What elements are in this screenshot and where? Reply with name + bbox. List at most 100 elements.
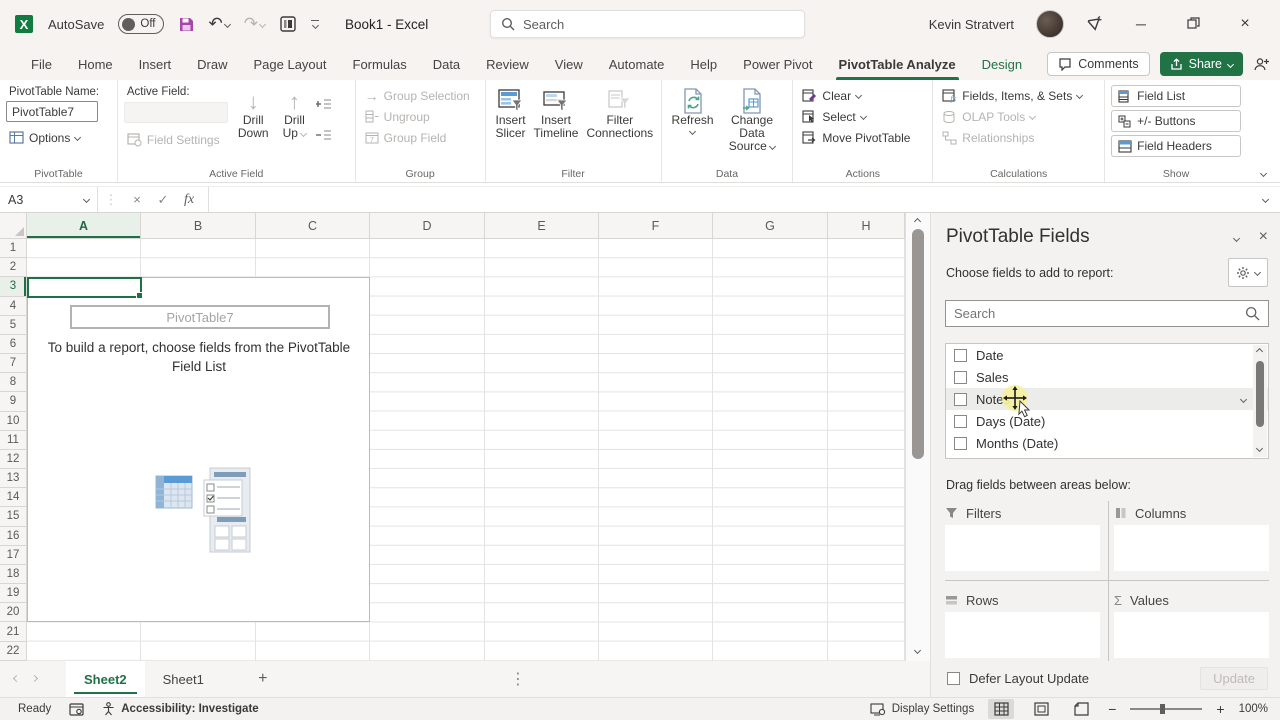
ribbon-tab-pivottable-analyze[interactable]: PivotTable Analyze xyxy=(826,48,969,80)
row-header-17[interactable]: 17 xyxy=(0,546,26,565)
share-button[interactable]: Share xyxy=(1159,52,1243,76)
ribbon-tab-insert[interactable]: Insert xyxy=(126,48,185,80)
filters-area[interactable]: Filters xyxy=(945,501,1100,573)
column-header-h[interactable]: H xyxy=(828,213,905,238)
row-header-11[interactable]: 11 xyxy=(0,431,26,450)
ribbon-tab-power-pivot[interactable]: Power Pivot xyxy=(730,48,825,80)
field-checkbox[interactable] xyxy=(954,436,967,450)
vertical-scrollbar-thumb[interactable] xyxy=(912,229,924,459)
zoom-in-button[interactable]: + xyxy=(1216,701,1224,717)
field-row-notes[interactable]: Notes xyxy=(946,388,1268,410)
collapse-field-icon[interactable] xyxy=(316,128,332,142)
ribbon-tab-review[interactable]: Review xyxy=(473,48,542,80)
insert-slicer-button[interactable]: Insert Slicer xyxy=(492,85,530,166)
row-header-9[interactable]: 9 xyxy=(0,392,26,412)
row-header-2[interactable]: 2 xyxy=(0,258,26,278)
namebox-drag-handle[interactable]: ⋮ xyxy=(98,192,124,208)
insert-function-icon[interactable]: fx xyxy=(176,192,202,208)
rows-drop-zone[interactable] xyxy=(945,612,1100,658)
pane-tools-button[interactable] xyxy=(1228,258,1268,287)
columns-drop-zone[interactable] xyxy=(1114,525,1269,571)
zoom-slider-thumb[interactable] xyxy=(1160,704,1166,714)
comments-button[interactable]: Comments xyxy=(1047,52,1150,76)
insert-timeline-button[interactable]: Insert Timeline xyxy=(530,85,583,166)
column-header-b[interactable]: B xyxy=(141,213,256,238)
name-box[interactable]: A3 xyxy=(0,187,98,212)
values-area[interactable]: Σ Values xyxy=(1114,588,1269,660)
minimize-button[interactable]: ─ xyxy=(1126,16,1156,32)
autosave-toggle[interactable]: Off xyxy=(118,14,164,34)
row-header-14[interactable]: 14 xyxy=(0,488,26,508)
row-header-18[interactable]: 18 xyxy=(0,565,26,585)
pivottable-name-input[interactable] xyxy=(6,101,98,122)
restore-button[interactable] xyxy=(1178,16,1208,33)
ribbon-tab-formulas[interactable]: Formulas xyxy=(340,48,420,80)
pane-collapse-icon[interactable] xyxy=(1232,229,1240,245)
column-header-d[interactable]: D xyxy=(370,213,485,238)
row-header-21[interactable]: 21 xyxy=(0,622,26,642)
view-page-layout-button[interactable] xyxy=(1028,699,1054,719)
selected-cell-a3[interactable] xyxy=(27,277,143,299)
ribbon-tab-page-layout[interactable]: Page Layout xyxy=(241,48,340,80)
field-row-days-date-[interactable]: Days (Date) xyxy=(946,410,1268,432)
display-settings-button[interactable]: Display Settings xyxy=(870,702,974,716)
field-list-scrollbar[interactable] xyxy=(1253,345,1267,457)
field-checkbox[interactable] xyxy=(954,414,967,428)
field-checkbox[interactable] xyxy=(954,392,967,406)
pane-close-icon[interactable]: × xyxy=(1259,228,1268,246)
rows-area[interactable]: Rows xyxy=(945,588,1100,660)
clear-button[interactable]: Clear xyxy=(799,85,926,106)
row-header-1[interactable]: 1 xyxy=(0,239,26,259)
column-header-c[interactable]: C xyxy=(256,213,370,238)
zoom-level[interactable]: 100% xyxy=(1239,703,1268,715)
view-normal-button[interactable] xyxy=(988,699,1015,719)
values-drop-zone[interactable] xyxy=(1114,612,1269,658)
coming-soon-icon[interactable] xyxy=(1086,15,1104,33)
move-pivottable-button[interactable]: Move PivotTable xyxy=(799,127,926,148)
field-headers-toggle[interactable]: Field Headers xyxy=(1111,135,1241,157)
sheet-tab-sheet2[interactable]: Sheet2 xyxy=(66,661,145,697)
field-list-toggle[interactable]: Field List xyxy=(1111,85,1241,107)
ribbon-tab-automate[interactable]: Automate xyxy=(596,48,678,80)
options-button[interactable]: Options xyxy=(6,127,111,148)
row-header-8[interactable]: 8 xyxy=(0,373,26,393)
row-header-12[interactable]: 12 xyxy=(0,450,26,470)
formula-input[interactable] xyxy=(208,187,1251,212)
ribbon-tab-home[interactable]: Home xyxy=(65,48,126,80)
field-list-scroll-down-icon[interactable] xyxy=(1255,444,1264,453)
scroll-down-icon[interactable] xyxy=(913,646,922,655)
undo-icon[interactable]: ↶ xyxy=(209,14,231,34)
row-header-20[interactable]: 20 xyxy=(0,603,26,623)
row-header-3[interactable]: 3 xyxy=(0,277,26,297)
filters-drop-zone[interactable] xyxy=(945,525,1100,571)
ribbon-tab-help[interactable]: Help xyxy=(677,48,730,80)
collapse-ribbon-button[interactable] xyxy=(1247,80,1280,182)
defer-layout-checkbox[interactable] xyxy=(947,671,960,685)
row-header-13[interactable]: 13 xyxy=(0,469,26,489)
column-header-e[interactable]: E xyxy=(485,213,599,238)
fields-search-box[interactable]: Search xyxy=(945,300,1269,327)
sheet-nav-next-icon[interactable] xyxy=(18,670,50,688)
refresh-button[interactable]: Refresh xyxy=(668,85,718,166)
field-row-date[interactable]: Date xyxy=(946,344,1268,366)
row-header-6[interactable]: 6 xyxy=(0,335,26,355)
columns-area[interactable]: Columns xyxy=(1114,501,1269,573)
avatar[interactable] xyxy=(1036,10,1064,38)
field-row-sales[interactable]: Sales xyxy=(946,366,1268,388)
column-header-a[interactable]: A xyxy=(27,213,141,238)
user-name[interactable]: Kevin Stratvert xyxy=(929,17,1014,32)
macro-record-icon[interactable] xyxy=(69,702,84,716)
sheet-options-icon[interactable]: ⋮ xyxy=(510,669,526,689)
customize-quick-access-icon[interactable] xyxy=(311,19,320,30)
expand-formula-bar-icon[interactable] xyxy=(1251,191,1280,209)
field-list-scrollbar-thumb[interactable] xyxy=(1256,361,1264,427)
scroll-up-icon[interactable] xyxy=(913,217,922,226)
column-header-f[interactable]: F xyxy=(599,213,713,238)
ribbon-tab-view[interactable]: View xyxy=(542,48,596,80)
person-add-icon[interactable] xyxy=(1253,56,1270,73)
field-checkbox[interactable] xyxy=(954,348,967,362)
fields-items-sets-button[interactable]: fx Fields, Items, & Sets xyxy=(939,85,1098,106)
row-header-19[interactable]: 19 xyxy=(0,584,26,604)
row-header-5[interactable]: 5 xyxy=(0,316,26,335)
column-header-g[interactable]: G xyxy=(713,213,828,238)
